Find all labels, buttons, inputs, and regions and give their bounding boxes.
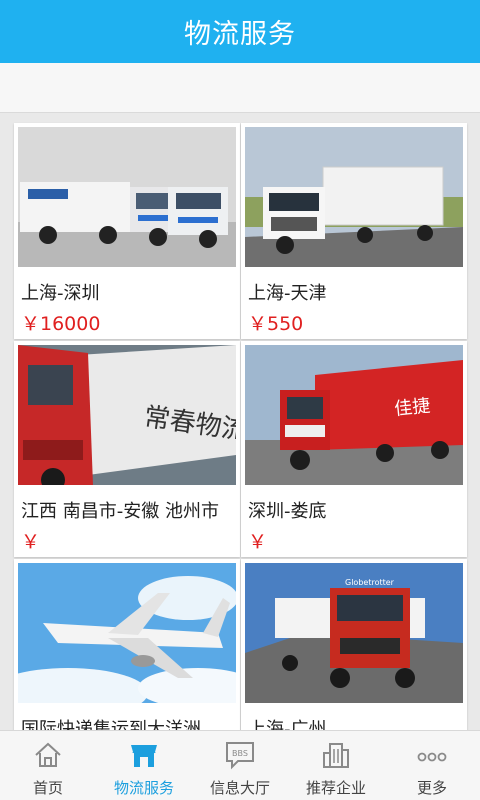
- bbs-chat-icon: BBS: [226, 742, 254, 770]
- tab-label: 信息大厅: [209, 779, 270, 797]
- bottom-tab-bar: 首页 物流服务 BBS 信息大厅 推荐企业 更多: [0, 730, 480, 800]
- title-bar: 物流服务: [0, 0, 480, 63]
- tab-logistics[interactable]: 物流服务: [96, 731, 192, 800]
- filter-bar[interactable]: [0, 63, 480, 113]
- route-label: 上海-广州: [248, 719, 327, 730]
- svg-text:佳捷: 佳捷: [393, 395, 431, 420]
- route-label: 江西 南昌市-安徽 池州市: [21, 501, 219, 522]
- listing-grid[interactable]: 上海-深圳 ￥16000 上海-天津 ￥550 常春物流 江西 南昌市-安徽 池…: [0, 113, 480, 730]
- truck-photo: [18, 127, 236, 267]
- svg-text:Globetrotter: Globetrotter: [345, 578, 395, 587]
- tab-label: 更多: [416, 779, 447, 797]
- route-label: 国际快递集运到大洋洲: [21, 719, 201, 730]
- tab-more[interactable]: 更多: [384, 731, 480, 800]
- building-icon: [323, 743, 349, 768]
- route-label: 深圳-娄底: [248, 501, 327, 522]
- home-icon: [35, 742, 61, 767]
- tab-label: 物流服务: [113, 779, 174, 797]
- tab-info-hall[interactable]: BBS 信息大厅: [192, 731, 288, 800]
- listing-card[interactable]: 常春物流 江西 南昌市-安徽 池州市 ￥: [14, 341, 240, 557]
- listing-card[interactable]: 上海-深圳 ￥16000: [14, 123, 240, 339]
- tab-label: 推荐企业: [305, 779, 366, 797]
- tab-label: 首页: [32, 779, 63, 797]
- truck-photo: 常春物流: [18, 345, 236, 485]
- more-dots-icon: [417, 752, 447, 762]
- store-icon: [131, 745, 157, 767]
- price-label: ￥550: [248, 313, 304, 335]
- truck-photo: Globetrotter: [245, 563, 463, 703]
- bbs-text: BBS: [232, 749, 248, 758]
- tab-home[interactable]: 首页: [0, 731, 96, 800]
- price-label: ￥: [21, 531, 41, 553]
- page-title: 物流服务: [184, 19, 296, 50]
- price-label: ￥: [248, 531, 268, 553]
- tab-recommended[interactable]: 推荐企业: [288, 731, 384, 800]
- listing-card[interactable]: 国际快递集运到大洋洲: [14, 559, 240, 730]
- truck-photo: 佳捷: [245, 345, 463, 485]
- price-label: ￥16000: [21, 313, 101, 335]
- truck-photo: [245, 127, 463, 267]
- route-label: 上海-天津: [248, 283, 327, 304]
- listing-card[interactable]: Globetrotter 上海-广州: [241, 559, 467, 730]
- airplane-photo: [18, 563, 236, 703]
- listing-card[interactable]: 上海-天津 ￥550: [241, 123, 467, 339]
- listing-card[interactable]: 佳捷 深圳-娄底 ￥: [241, 341, 467, 557]
- route-label: 上海-深圳: [21, 283, 100, 304]
